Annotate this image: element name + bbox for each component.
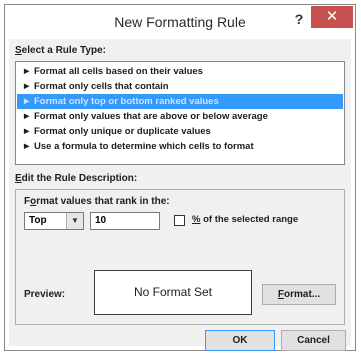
close-button[interactable]: ✕	[311, 6, 353, 28]
percent-of-range-label[interactable]: % of the selected range	[192, 214, 298, 225]
chevron-down-icon[interactable]: ▼	[66, 213, 83, 229]
rule-type-item-cells-contain[interactable]: ► Format only cells that contain	[17, 79, 343, 94]
rule-type-item-formula[interactable]: ► Use a formula to determine which cells …	[17, 139, 343, 154]
rule-type-list[interactable]: ► Format all cells based on their values …	[15, 61, 345, 165]
rank-format-label: Format values that rank in the:	[24, 196, 170, 207]
rank-count-input[interactable]: 10	[90, 212, 160, 230]
rank-top-bottom-select[interactable]: Top ▼	[24, 212, 84, 230]
ok-button[interactable]: OK	[205, 330, 275, 351]
dialog-content: Select a Rule Type: ► Format all cells ba…	[9, 39, 351, 351]
new-formatting-rule-dialog: New Formatting Rule ? ✕ Select a Rule Ty…	[4, 4, 356, 351]
arrow-right-icon: ►	[22, 96, 32, 107]
cancel-button[interactable]: Cancel	[281, 330, 346, 351]
preview-label: Preview:	[24, 289, 66, 300]
rule-type-label: Select a Rule Type:	[15, 45, 106, 56]
rank-select-value: Top	[29, 215, 47, 226]
rank-count-value: 10	[95, 215, 107, 226]
rule-type-item-top-bottom[interactable]: ► Format only top or bottom ranked values	[17, 94, 343, 109]
rule-type-item-all-cells[interactable]: ► Format all cells based on their values	[17, 64, 343, 79]
close-icon: ✕	[325, 8, 339, 25]
title-bar: New Formatting Rule ? ✕	[5, 5, 355, 39]
rule-type-item-above-below-average[interactable]: ► Format only values that are above or be…	[17, 109, 343, 124]
format-button[interactable]: Format...	[262, 284, 336, 305]
rule-type-item-unique-duplicate[interactable]: ► Format only unique or duplicate values	[17, 124, 343, 139]
arrow-right-icon: ►	[22, 111, 32, 122]
rule-description-label: Edit the Rule Description:	[15, 173, 138, 184]
arrow-right-icon: ►	[22, 141, 32, 152]
arrow-right-icon: ►	[22, 66, 32, 77]
format-preview-box: No Format Set	[94, 270, 252, 315]
arrow-right-icon: ►	[22, 126, 32, 137]
percent-of-range-checkbox[interactable]	[174, 215, 185, 226]
arrow-right-icon: ►	[22, 81, 32, 92]
help-button[interactable]: ?	[291, 11, 307, 29]
rule-description-panel: Format values that rank in the: Top ▼ 10…	[15, 189, 345, 325]
